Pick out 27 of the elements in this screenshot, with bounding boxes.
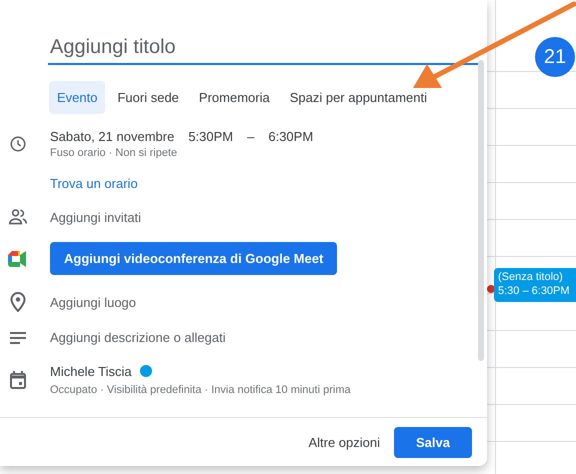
- save-button[interactable]: Salva: [394, 426, 472, 458]
- event-chip[interactable]: (Senza titolo) 5:30 – 6:30PM: [494, 268, 576, 302]
- tab[interactable]: Fuori sede: [109, 81, 187, 114]
- time-dash: –: [247, 129, 254, 144]
- event-details: Fuso orario · Non si ripete: [50, 147, 178, 159]
- tab[interactable]: Spazi per appuntamenti: [282, 81, 436, 114]
- more-options-button[interactable]: Altre opzioni: [308, 426, 380, 458]
- tab[interactable]: Evento: [49, 81, 106, 114]
- add-description-field[interactable]: Aggiungi descrizione o allegati: [50, 330, 226, 345]
- add-meet-button[interactable]: Aggiungi videoconferenza di Google Meet: [50, 242, 338, 275]
- tab[interactable]: Promemoria: [190, 81, 278, 114]
- title-field[interactable]: Aggiungi titolo: [48, 35, 478, 65]
- event-date[interactable]: Sabato, 21 novembre: [50, 129, 174, 144]
- start-time[interactable]: 5:30PM: [188, 129, 234, 144]
- clock-icon: [9, 135, 27, 153]
- add-location-field[interactable]: Aggiungi luogo: [50, 294, 136, 310]
- calendar-owner[interactable]: Michele Tiscia: [50, 364, 132, 379]
- map-pin-icon: [10, 292, 26, 312]
- text-lines-icon: [9, 330, 27, 344]
- video-camera-icon: [8, 250, 28, 266]
- people-icon: [8, 208, 28, 226]
- find-time-link[interactable]: Trova un orario: [50, 176, 138, 191]
- add-guests-field[interactable]: Aggiungi invitati: [50, 210, 142, 224]
- calendar-icon: [10, 370, 26, 388]
- day-number[interactable]: 21: [535, 37, 575, 77]
- calendar-details: Occupato · Visibilità predefinita · Invia notifica 10 minuti prima: [50, 384, 351, 396]
- end-time[interactable]: 6:30PM: [268, 129, 314, 144]
